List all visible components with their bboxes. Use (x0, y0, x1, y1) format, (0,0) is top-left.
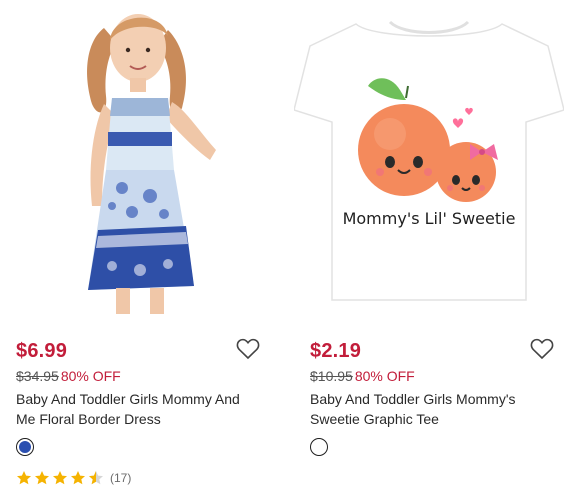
product-title-link[interactable]: Baby And Toddler Girls Mommy's Sweetie G… (310, 389, 550, 429)
star-full-icon (53, 471, 67, 485)
original-price: $34.95 (16, 368, 59, 384)
heart-outline-icon[interactable] (530, 338, 554, 360)
heart-outline-icon[interactable] (236, 338, 260, 360)
product-grid: $6.99 $34.95 80% OFF Baby And Toddler Gi… (0, 0, 564, 485)
white-tee-with-two-oranges-graphic: Mommy's Lil' Sweetie (293, 20, 564, 301)
star-full-icon (71, 471, 85, 485)
color-swatch[interactable] (310, 438, 328, 456)
star-full-icon (17, 471, 31, 485)
star-half-icon (89, 471, 103, 485)
star-full-icon (35, 471, 49, 485)
review-count[interactable]: (17) (110, 471, 131, 485)
star-rating: (17) (16, 470, 131, 485)
graphic-text: Mommy's Lil' Sweetie (343, 209, 516, 228)
product-card: Mommy's Lil' Sweetie $2.19 $10.95 80% OF… (293, 0, 564, 485)
sale-price: $6.99 (16, 340, 68, 362)
girl-in-blue-floral-dress-photo (87, 14, 216, 314)
product-card: $6.99 $34.95 80% OFF Baby And Toddler Gi… (0, 0, 270, 485)
original-price: $10.95 (310, 368, 353, 384)
price-details: $10.95 80% OFF (310, 368, 415, 384)
swatch-fill (19, 441, 31, 453)
color-swatch[interactable] (16, 438, 34, 456)
price-details: $34.95 80% OFF (16, 368, 121, 384)
swatch-fill (313, 441, 325, 453)
discount-label: 80% OFF (60, 368, 121, 384)
product-title-link[interactable]: Baby And Toddler Girls Mommy And Me Flor… (16, 389, 256, 429)
sale-price: $2.19 (310, 340, 362, 362)
product-image[interactable] (0, 0, 270, 320)
product-image[interactable]: Mommy's Lil' Sweetie (293, 0, 564, 320)
discount-label: 80% OFF (354, 368, 415, 384)
